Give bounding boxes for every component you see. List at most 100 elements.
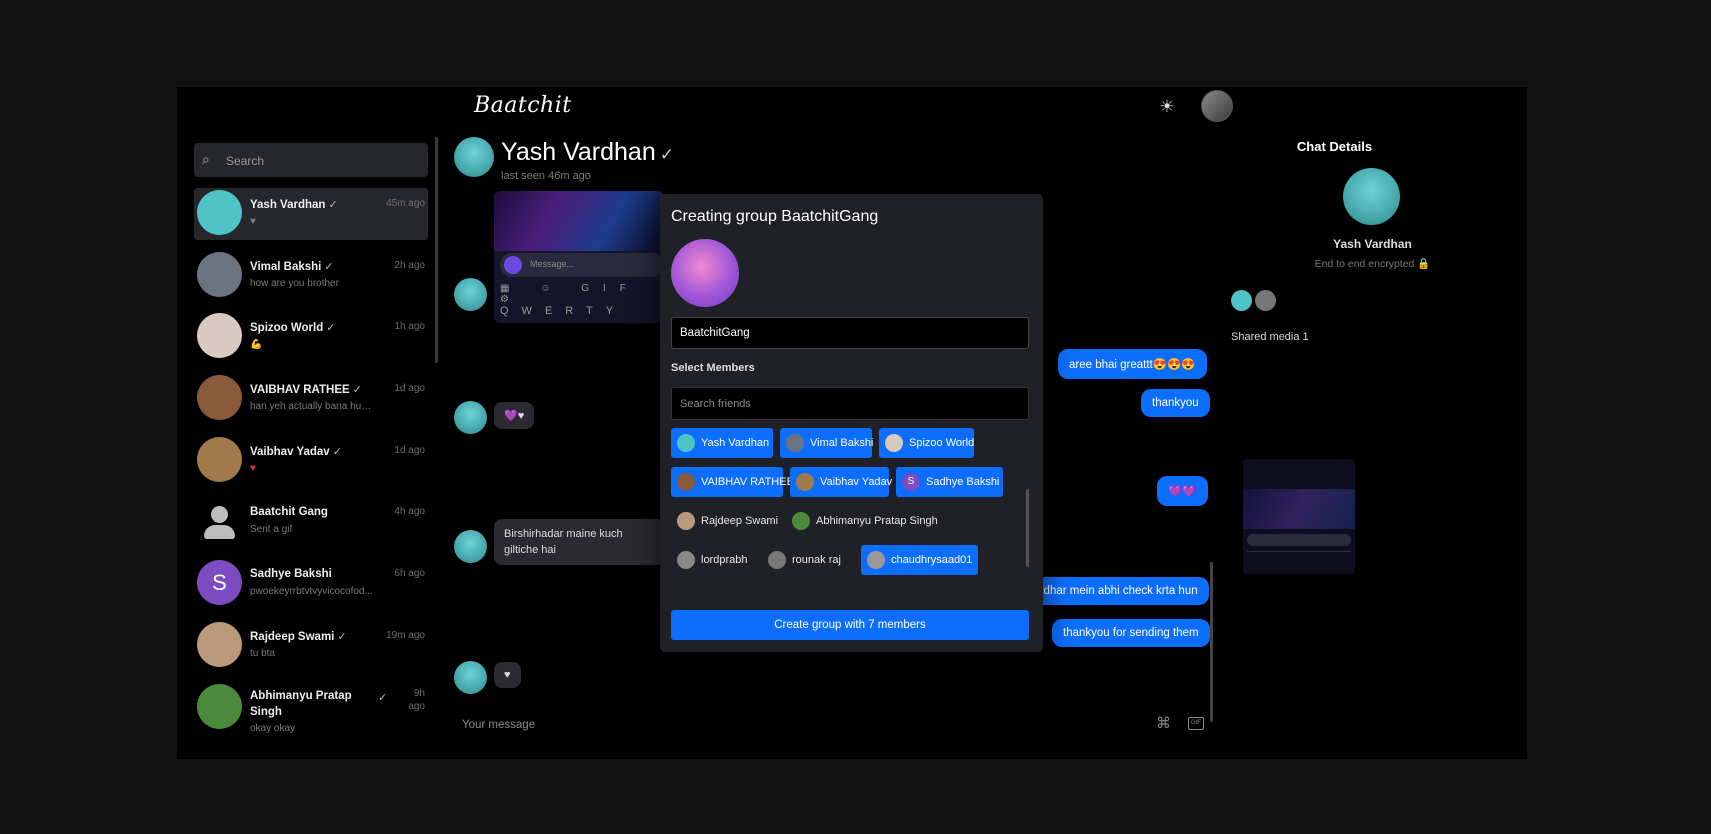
message-bubble: thankyou for sending them bbox=[1052, 619, 1210, 647]
contact-name: Sadhye Bakshi bbox=[250, 568, 332, 581]
contact-preview: tu bta bbox=[250, 647, 276, 659]
avatar bbox=[885, 434, 903, 452]
contact-item[interactable]: Spizoo World ✓ 💪 1h ago bbox=[194, 311, 428, 373]
verified-icon: ✓ bbox=[352, 384, 362, 397]
member-chip[interactable]: Rajdeep Swami bbox=[671, 506, 779, 536]
shared-screenshot[interactable]: Message... ▦ ☺ GIF ⚙ QWERTY bbox=[494, 191, 664, 323]
sun-icon[interactable]: ☀ bbox=[1157, 97, 1177, 117]
friends-search-input[interactable] bbox=[671, 387, 1029, 420]
message-bubble: 💜💜 bbox=[1157, 476, 1208, 506]
contact-item[interactable]: Yash Vardhan ✓ ♥ 45m ago bbox=[194, 188, 428, 240]
details-title: Chat Details bbox=[1296, 139, 1373, 154]
verified-icon: ✓ bbox=[378, 691, 388, 704]
contact-preview: Sent a gif bbox=[250, 524, 293, 536]
camera-icon bbox=[504, 256, 522, 274]
message-bubble: idhar mein abhi check krta hun bbox=[1030, 577, 1209, 605]
create-group-modal: Creating group BaatchitGang Select Membe… bbox=[660, 194, 1043, 652]
screenshot-graphic bbox=[494, 191, 664, 251]
screenshot-toolbar: ▦ ☺ GIF ⚙ bbox=[500, 283, 640, 305]
contact-item[interactable]: VAIBHAV RATHEE ✓ han yeh actually bana hu… bbox=[194, 373, 428, 435]
user-avatar[interactable] bbox=[1201, 90, 1233, 122]
create-group-button[interactable]: Create group with 7 members bbox=[671, 610, 1029, 640]
contact-time: 1h ago bbox=[394, 321, 425, 333]
member-chip[interactable]: chaudhrysaad01 bbox=[861, 545, 978, 575]
contact-item[interactable]: Vaibhav Yadav ✓ ♥ 1d ago bbox=[194, 435, 428, 497]
search-icon: ⌕ bbox=[202, 151, 210, 167]
chat-scrollbar[interactable] bbox=[1210, 562, 1213, 722]
avatar bbox=[677, 551, 695, 569]
message-input[interactable]: Your message bbox=[462, 719, 535, 731]
screenshot-keys: QWERTY bbox=[500, 305, 627, 317]
contact-item[interactable]: S Sadhye Bakshi pwoekeyrrbtvtvyvicocofod… bbox=[194, 558, 428, 620]
contact-time: 19m ago bbox=[386, 629, 425, 641]
contact-time: 4h ago bbox=[394, 506, 425, 518]
chat-title: Yash Vardhan ✓ bbox=[501, 138, 674, 166]
contact-name: VAIBHAV RATHEE ✓ bbox=[250, 384, 362, 397]
avatar bbox=[786, 434, 804, 452]
avatar bbox=[197, 683, 242, 729]
member-chip[interactable]: rounak raj bbox=[762, 545, 844, 575]
avatar: S bbox=[902, 473, 920, 491]
member-chip[interactable]: S Sadhye Bakshi bbox=[896, 467, 1003, 497]
verified-icon: ✓ bbox=[337, 630, 347, 643]
message-bubble: aree bhai greattt😍😍😍 bbox=[1058, 349, 1207, 379]
contact-preview: ♥ bbox=[250, 216, 256, 227]
message-bubble: thankyou bbox=[1141, 389, 1210, 417]
contact-preview: 💪 bbox=[250, 339, 263, 351]
thumbnail-keys bbox=[1247, 551, 1351, 570]
modal-scrollbar[interactable] bbox=[1026, 489, 1029, 567]
member-chip[interactable]: Vaibhav Yadav bbox=[790, 467, 892, 497]
member-chip[interactable]: Spizoo World bbox=[879, 428, 974, 458]
avatar bbox=[796, 473, 814, 491]
contact-name: Spizoo World ✓ bbox=[250, 322, 336, 335]
contact-name: Abhimanyu Pratap Singh bbox=[250, 689, 352, 718]
avatar: S bbox=[197, 560, 242, 606]
contact-time: 2h ago bbox=[394, 259, 425, 271]
verified-icon: ✓ bbox=[659, 145, 674, 164]
avatar bbox=[197, 313, 242, 359]
avatar bbox=[677, 473, 695, 491]
app-window: Baatchit ☀ ⌕ Yash Vardhan✓ ♥ 45m ago Vim… bbox=[177, 87, 1527, 759]
contact-name: Baatchit Gang bbox=[250, 506, 328, 519]
contact-preview: okay okay bbox=[250, 722, 296, 734]
group-avatar[interactable] bbox=[671, 239, 739, 307]
contact-time: 1d ago bbox=[394, 383, 425, 395]
screenshot-message-bar: Message... bbox=[500, 253, 664, 277]
message-avatar bbox=[454, 401, 487, 434]
member-chip[interactable]: Abhimanyu Pratap Singh bbox=[786, 506, 941, 536]
paperclip-icon[interactable]: ⌘ bbox=[1156, 714, 1171, 732]
verified-icon: ✓ bbox=[332, 445, 342, 458]
avatar bbox=[677, 434, 695, 452]
participant-avatar bbox=[1255, 290, 1276, 311]
sidebar-scrollbar[interactable] bbox=[435, 137, 438, 363]
member-chip[interactable]: lordprabh bbox=[671, 545, 755, 575]
contact-item[interactable]: Baatchit Gang Sent a gif 4h ago bbox=[194, 496, 428, 558]
avatar bbox=[677, 512, 695, 530]
avatar bbox=[197, 498, 242, 544]
contact-preview: how are you brother bbox=[250, 277, 339, 289]
member-chip[interactable]: Yash Vardhan bbox=[671, 428, 773, 458]
contact-time: 6h ago bbox=[394, 568, 425, 580]
member-chip[interactable]: Vimal Bakshi bbox=[780, 428, 873, 458]
member-chip[interactable]: VAIBHAV RATHEE bbox=[671, 467, 794, 497]
thumbnail-graphic bbox=[1243, 489, 1355, 529]
contact-time: 45m ago bbox=[386, 198, 425, 209]
search-input[interactable] bbox=[224, 143, 423, 179]
app-logo[interactable]: Baatchit bbox=[474, 93, 572, 118]
shared-media-thumbnail[interactable] bbox=[1243, 459, 1355, 574]
contact-name: Vaibhav Yadav ✓ bbox=[250, 445, 342, 458]
modal-title: Creating group BaatchitGang bbox=[671, 208, 879, 225]
contact-item[interactable]: Abhimanyu Pratap Singh ✓ okay okay 9h ag… bbox=[194, 682, 428, 744]
gif-button[interactable]: GIF bbox=[1188, 717, 1204, 730]
message-bubble: ♥ bbox=[494, 662, 521, 688]
search-box[interactable]: ⌕ bbox=[194, 143, 428, 179]
chat-avatar[interactable] bbox=[454, 137, 494, 177]
contact-item[interactable]: Rajdeep Swami ✓ tu bta 19m ago bbox=[194, 620, 428, 682]
avatar bbox=[768, 551, 786, 569]
group-name-input[interactable] bbox=[671, 317, 1029, 349]
shared-media-label: Shared media 1 bbox=[1231, 331, 1309, 343]
message-bubble: 💜♥ bbox=[494, 402, 535, 429]
contact-preview: han yeh actually bana hua... bbox=[250, 401, 375, 413]
participant-avatar bbox=[1231, 290, 1252, 311]
contact-item[interactable]: Vimal Bakshi ✓ how are you brother 2h ago bbox=[194, 250, 428, 312]
